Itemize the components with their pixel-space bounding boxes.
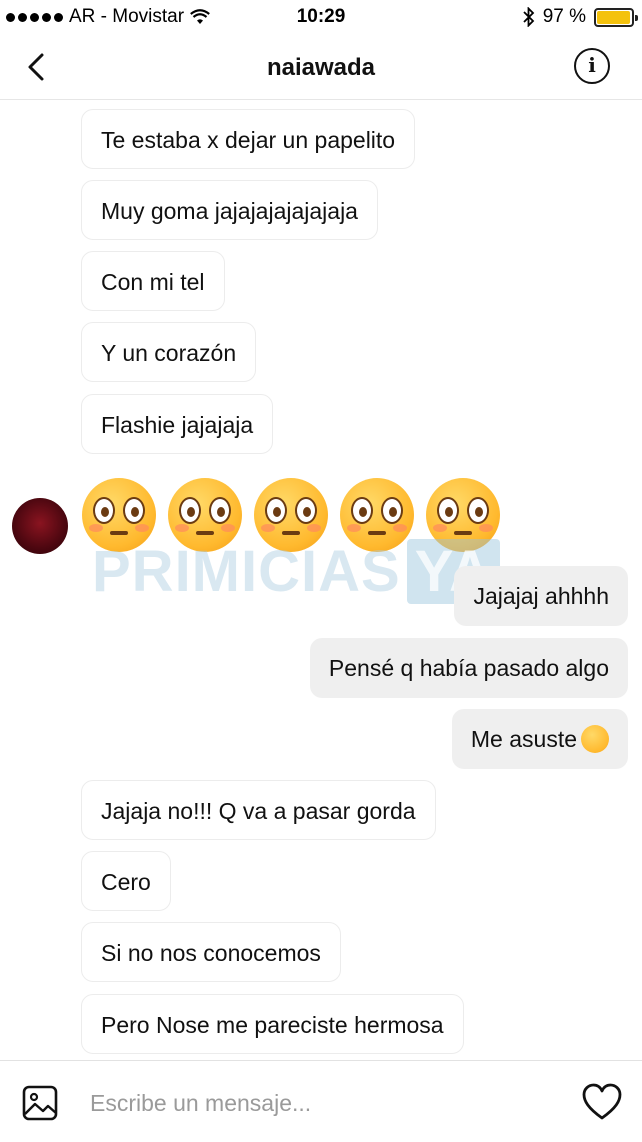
incoming-message[interactable]: Muy goma jajajajajajajaja [81,180,378,240]
conversation-header: naiawada i [0,34,642,100]
message-input[interactable] [90,1083,550,1123]
watermark-text: PRIMICIAS [92,539,401,604]
message-text: Me asuste [470,726,577,752]
battery-percent: 97 % [542,6,586,27]
heart-icon[interactable] [582,1083,622,1121]
outgoing-message[interactable]: Me asuste [451,709,628,769]
incoming-message[interactable]: Y un corazón [81,322,257,382]
watermark: PRIMICIAS YA [92,538,500,605]
incoming-message[interactable]: Con mi tel [81,251,225,311]
message-composer [0,1060,642,1142]
incoming-message[interactable]: Flashie jajajaja [81,394,274,454]
status-bar: AR - Movistar 10:29 97 % [0,0,642,34]
incoming-message[interactable]: Te estaba x dejar un papelito [81,109,416,169]
incoming-message[interactable]: Pero Nose me pareciste hermosa [81,994,464,1054]
outgoing-message[interactable]: Jajajaj ahhhh [454,566,628,626]
outgoing-message[interactable]: Pensé q había pasado algo [309,638,628,698]
bluetooth-icon [523,7,534,27]
info-icon[interactable]: i [574,48,610,84]
image-icon[interactable] [22,1085,58,1121]
incoming-message[interactable]: Si no nos conocemos [81,922,341,982]
incoming-message[interactable]: Cero [81,851,171,911]
battery-icon [594,7,638,27]
incoming-message[interactable]: Jajaja no!!! Q va a pasar gorda [81,780,436,840]
smiling-face-emoji-icon [581,724,609,753]
battery-fill [597,10,630,24]
status-right: 97 % [523,6,638,28]
sender-avatar[interactable] [12,498,68,554]
conversation-title[interactable]: naiawada [0,54,642,82]
message-thread[interactable]: Te estaba x dejar un papelito Muy goma j… [0,100,642,1060]
